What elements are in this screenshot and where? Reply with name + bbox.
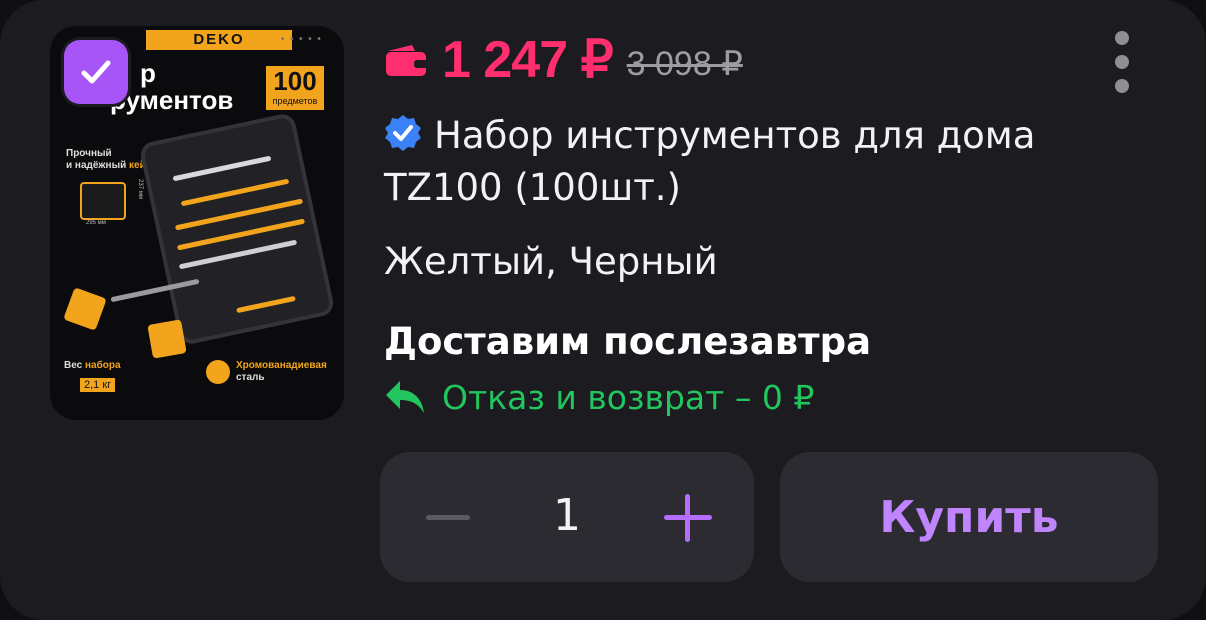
minus-icon[interactable]: [420, 492, 480, 542]
more-vertical-icon[interactable]: [1112, 30, 1132, 94]
return-policy-text: Отказ и возврат – 0 ₽: [442, 377, 815, 417]
image-mini-case: [80, 182, 126, 220]
product-title[interactable]: Набор инструментов для дома TZ100 (100шт…: [384, 110, 1124, 214]
quantity-value: 1: [553, 490, 581, 541]
image-weight-label: Вес набора: [64, 360, 121, 371]
image-count-badge: 100 предметов: [266, 66, 324, 110]
quantity-stepper: 1: [380, 452, 754, 582]
image-dim-1: 295 мм: [86, 220, 106, 226]
check-icon: [81, 60, 111, 84]
image-weight-value: 2,1 кг: [80, 378, 116, 392]
price-row: 1 247 ₽ 3 098 ₽: [384, 30, 743, 90]
buy-button[interactable]: Купить: [780, 452, 1158, 582]
image-dots: • • • • •: [279, 34, 322, 45]
product-title-text: Набор инструментов для дома TZ100 (100шт…: [384, 114, 1036, 209]
old-price: 3 098 ₽: [626, 45, 743, 83]
current-price: 1 247 ₽: [442, 31, 614, 89]
image-latch: [63, 287, 107, 331]
return-policy[interactable]: Отказ и возврат – 0 ₽: [384, 372, 814, 422]
verified-icon: [385, 115, 421, 151]
wallet-icon: [386, 45, 428, 76]
brand-logo: DEKO: [146, 30, 292, 50]
image-latch: [147, 319, 187, 359]
return-arrow-icon: [386, 381, 424, 413]
product-card: DEKO • • • • • р рументов 100 предметов …: [0, 0, 1206, 620]
delivery-info: Доставим послезавтра: [384, 320, 872, 363]
image-steel-icon: [206, 360, 230, 384]
product-variant: Желтый, Черный: [384, 240, 718, 283]
select-checkbox[interactable]: [64, 40, 128, 104]
plus-icon[interactable]: [660, 490, 716, 546]
image-steel-label: Хромованадиевая сталь: [236, 360, 327, 383]
image-title: р рументов: [110, 58, 234, 115]
image-case-label: Прочный и надёжный кейс: [66, 148, 152, 171]
image-dim-2: 237 мм: [136, 179, 143, 199]
